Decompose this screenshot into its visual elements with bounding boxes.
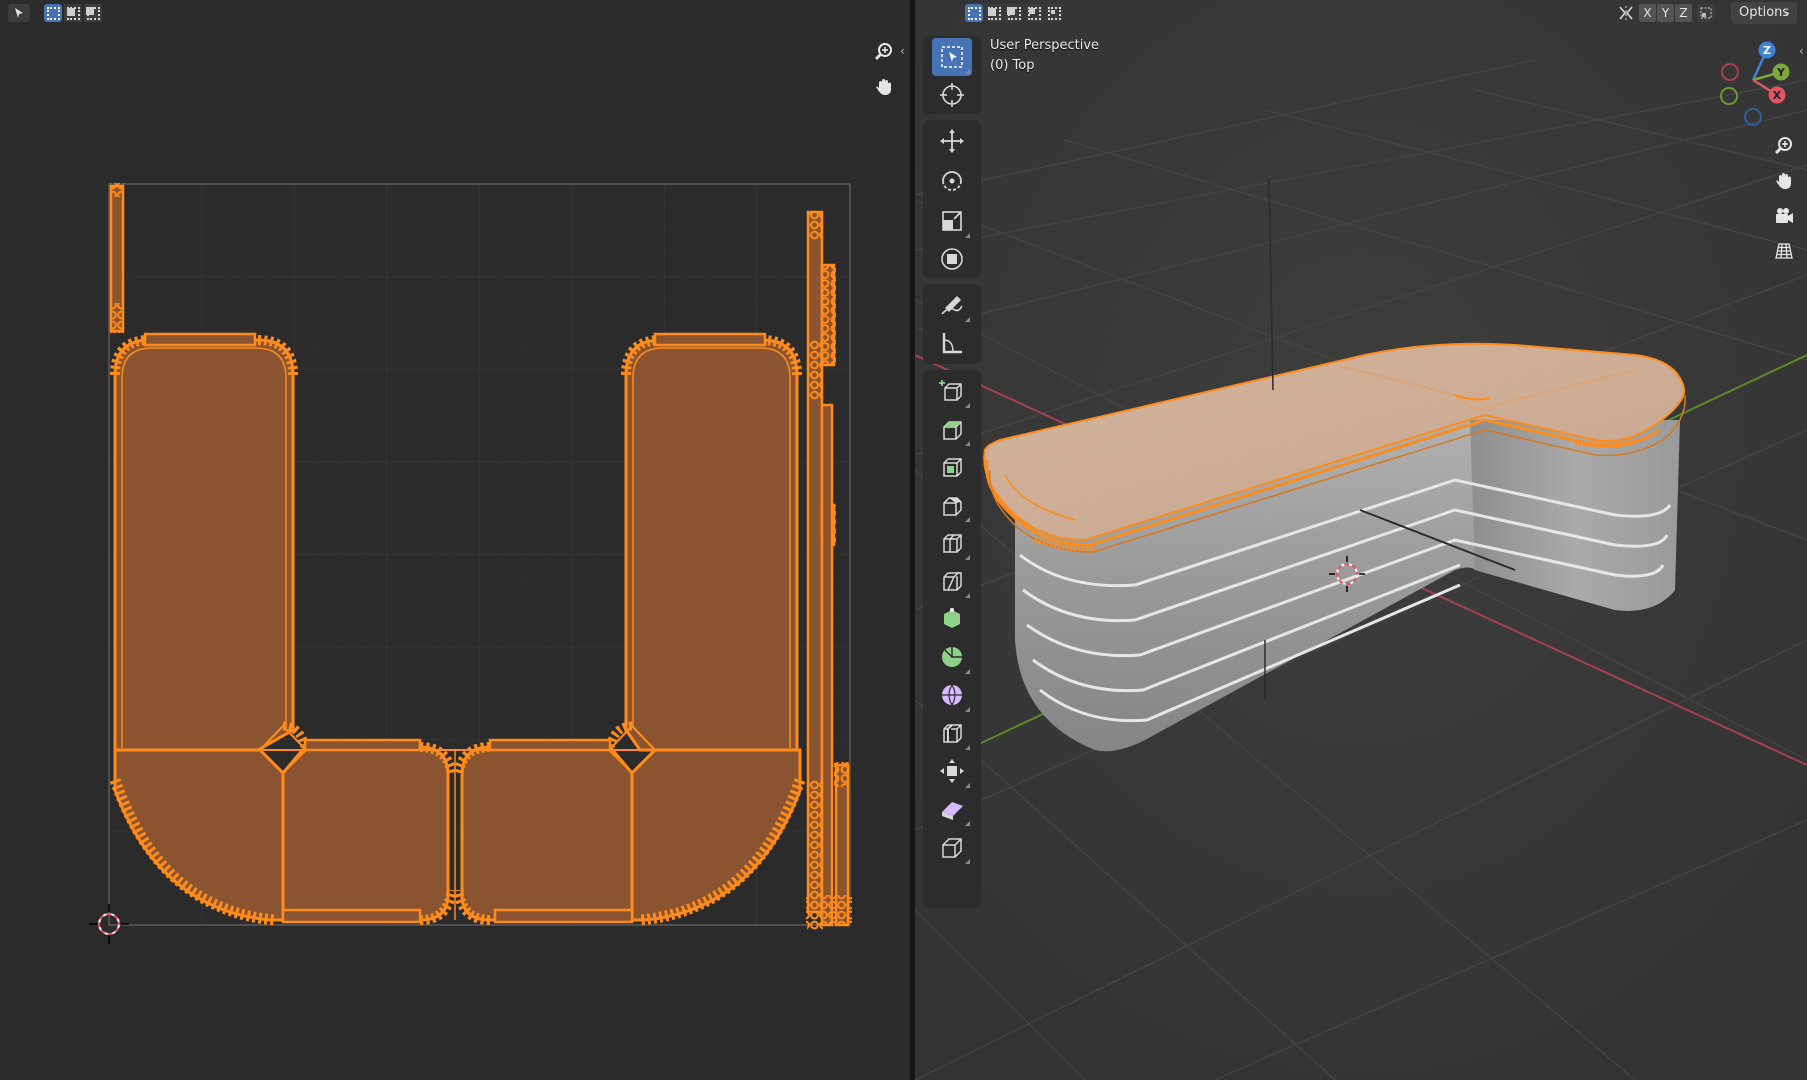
rip-region-tool[interactable] (932, 828, 972, 866)
poly-build-tool[interactable] (932, 600, 972, 638)
collapse-arrow-icon[interactable]: ‹ (1799, 44, 1804, 58)
viewport-info-overlay: User Perspective (0) Top (990, 36, 1099, 76)
uv-editor-panel[interactable]: ‹ (0, 0, 910, 1080)
options-dropdown[interactable]: Options ⌄ (1731, 2, 1797, 24)
grid-toggle-icon[interactable] (1769, 236, 1799, 266)
camera-icon[interactable] (1769, 201, 1799, 231)
select-box-tool[interactable] (932, 38, 972, 76)
knife-tool[interactable] (932, 562, 972, 600)
move-tool[interactable] (932, 122, 972, 160)
measure-tool[interactable] (932, 324, 972, 362)
tool-shelf (923, 36, 981, 908)
zoom-icon[interactable] (1769, 131, 1799, 161)
cursor-tool[interactable] (932, 76, 972, 114)
view-perspective-label: User Perspective (990, 38, 1100, 53)
subtract-selection-icon[interactable] (1005, 4, 1023, 22)
scale-tool[interactable] (932, 202, 972, 240)
mirror-z-toggle[interactable]: Z (1675, 4, 1692, 22)
add-cube-tool[interactable] (932, 372, 972, 410)
viewport-header: X Y Z Options ⌄ (915, 0, 1807, 26)
uv-island-left-column[interactable] (113, 338, 295, 752)
extend-selection-icon[interactable] (985, 4, 1003, 22)
extrude-region-tool[interactable] (932, 410, 972, 448)
select-box-icon[interactable] (965, 4, 983, 22)
intersect-selection-icon[interactable] (1045, 4, 1063, 22)
edge-slide-tool[interactable] (932, 714, 972, 752)
uv-island-bottom-mid-left[interactable] (281, 745, 450, 922)
active-object-label: (0) Top (990, 58, 1035, 73)
mirror-icon[interactable] (1617, 4, 1635, 22)
zoom-icon[interactable] (869, 37, 899, 67)
loop-cut-tool[interactable] (932, 524, 972, 562)
difference-selection-icon[interactable] (1025, 4, 1043, 22)
transform-tool[interactable] (932, 240, 972, 278)
uv-island-bottom-mid-right[interactable] (460, 745, 634, 922)
3d-viewport-panel[interactable]: Z Y X X Y Z Options ⌄ User Perspective (… (915, 0, 1807, 1080)
gizmo-z-label: Z (1763, 44, 1771, 57)
shear-tool[interactable] (932, 790, 972, 828)
smooth-tool[interactable] (932, 676, 972, 714)
pan-hand-icon[interactable] (1769, 166, 1799, 196)
gizmo-x-label: X (1773, 89, 1782, 102)
collapse-arrow-icon[interactable]: ‹ (900, 44, 905, 58)
topology-mirror-icon[interactable] (1697, 4, 1715, 22)
uv-island-right-column[interactable] (624, 338, 799, 752)
bevel-tool[interactable] (932, 486, 972, 524)
inset-faces-tool[interactable] (932, 448, 972, 486)
annotate-tool[interactable] (932, 286, 972, 324)
viewport-canvas[interactable]: Z Y X (915, 0, 1807, 1080)
chevron-down-icon: ⌄ (1782, 7, 1791, 18)
pan-hand-icon[interactable] (869, 72, 899, 102)
uv-canvas[interactable] (0, 0, 910, 1080)
spin-tool[interactable] (932, 638, 972, 676)
gizmo-y-label: Y (1776, 66, 1786, 79)
shrink-fatten-tool[interactable] (932, 752, 972, 790)
rotate-tool[interactable] (932, 162, 972, 200)
mirror-y-toggle[interactable]: Y (1657, 4, 1674, 22)
mirror-x-toggle[interactable]: X (1639, 4, 1656, 22)
